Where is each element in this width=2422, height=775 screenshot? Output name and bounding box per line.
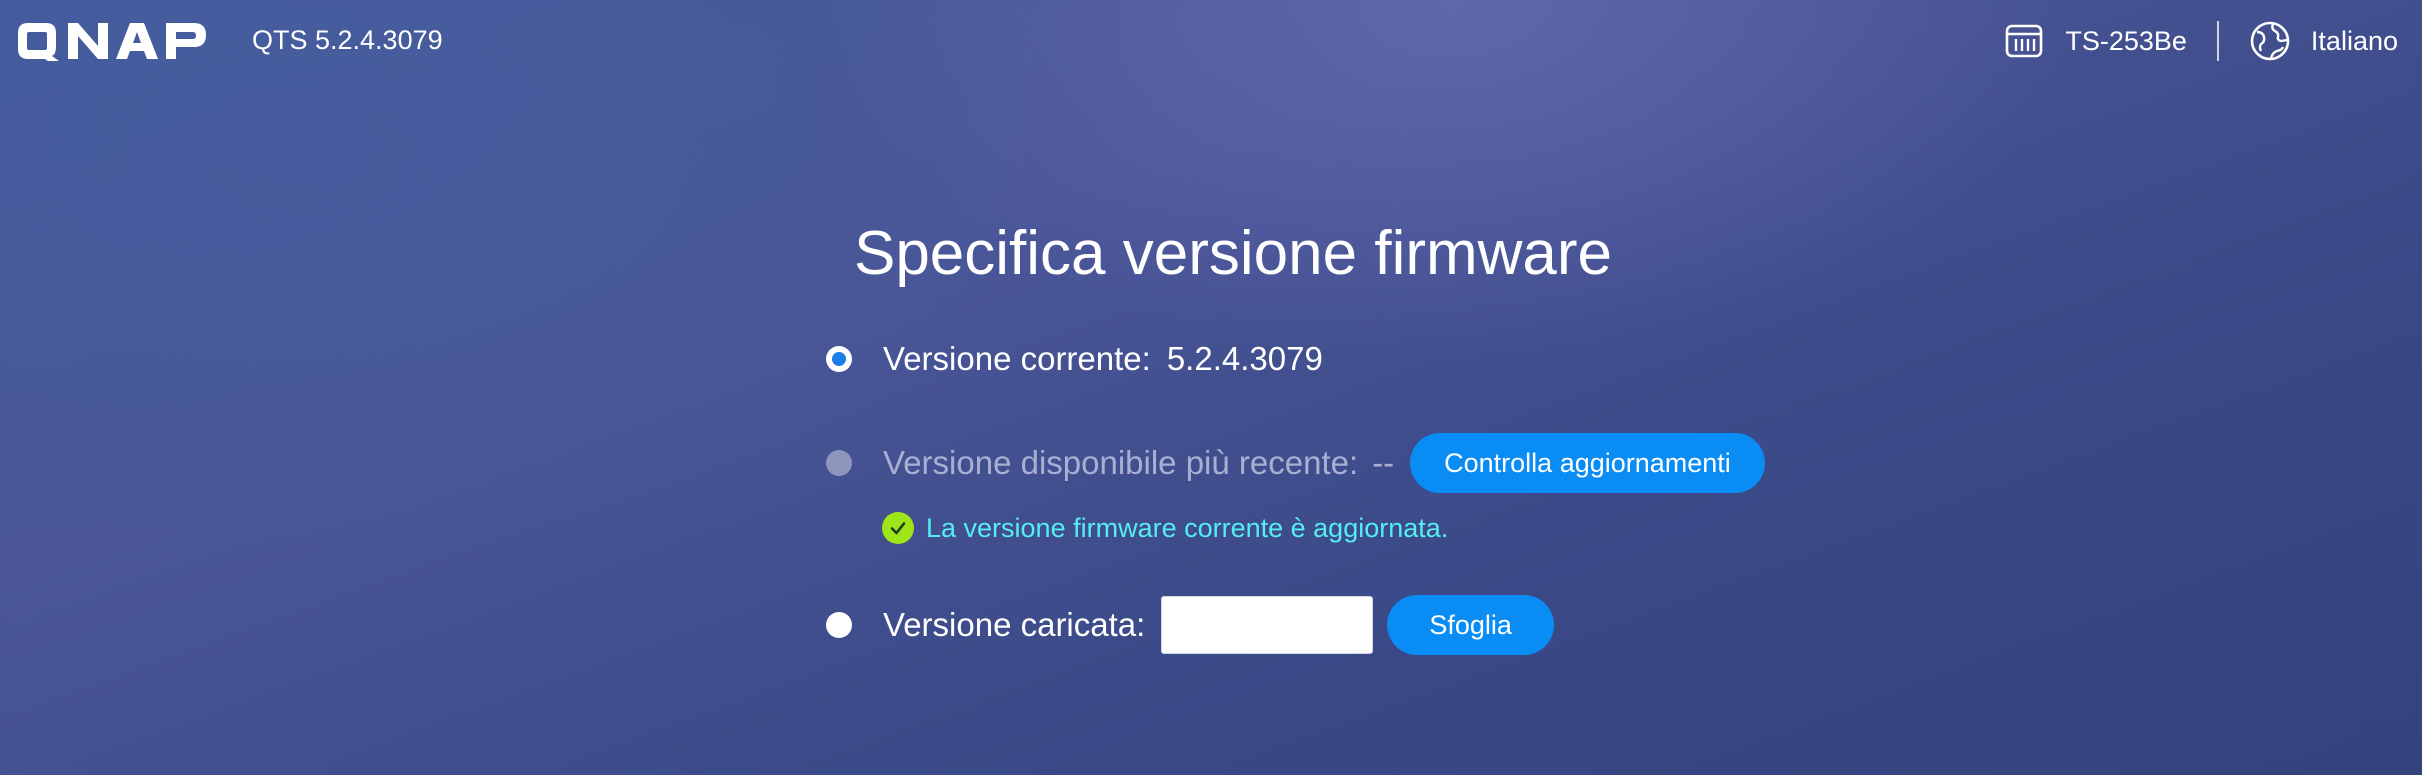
latest-version-label: Versione disponibile più recente: [883,444,1359,481]
language-selector[interactable]: Italiano [2311,26,2398,57]
uploaded-version-row: Versione caricata: Sfoglia [826,595,1554,655]
qnap-logo [18,23,206,61]
firmware-version-text: QTS 5.2.4.3079 [252,25,443,55]
page-title: Specifica versione firmware [853,219,1613,288]
latest-version-value: -- [1372,444,1395,481]
nas-device-icon [2003,20,2045,62]
browse-button[interactable]: Sfoglia [1387,595,1554,655]
uploaded-version-label: Versione caricata: [883,606,1146,643]
latest-version-radio [826,450,852,476]
top-bar: QTS 5.2.4.3079 TS-253Be Italiano [0,0,2422,82]
firmware-status: La versione firmware corrente è aggiorna… [882,512,1448,544]
check-updates-button[interactable]: Controlla aggiornamenti [1410,433,1765,493]
latest-version-row: Versione disponibile più recente: -- Con… [826,433,1765,493]
current-version-radio[interactable] [826,346,852,372]
globe-icon[interactable] [2249,20,2291,62]
header-right: TS-253Be Italiano [2003,18,2398,64]
header-divider [2216,21,2219,61]
current-version-label: Versione corrente: [883,340,1151,377]
firmware-status-message: La versione firmware corrente è aggiorna… [926,512,1449,543]
current-version-value: 5.2.4.3079 [1166,340,1323,377]
uploaded-version-radio[interactable] [826,612,852,638]
uploaded-file-field[interactable] [1161,596,1374,654]
check-circle-icon [882,512,914,544]
device-name: TS-253Be [2065,25,2187,56]
current-version-row: Versione corrente: 5.2.4.3079 [826,339,1323,379]
